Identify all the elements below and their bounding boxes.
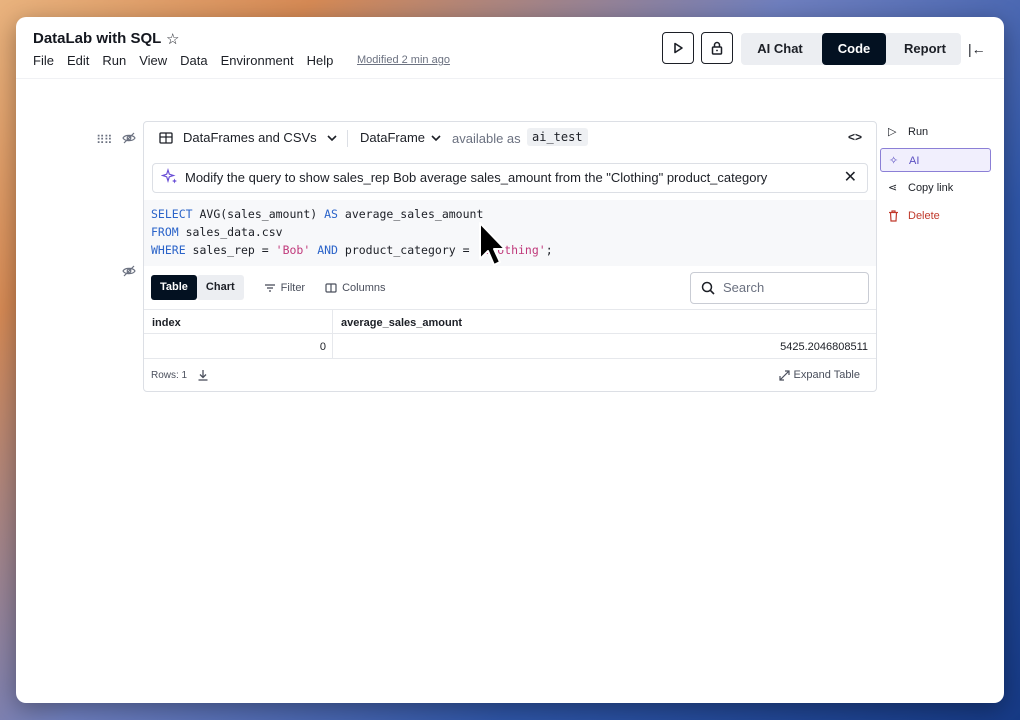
- ai-prompt-bar[interactable]: Modify the query to show sales_rep Bob a…: [152, 163, 868, 193]
- download-icon[interactable]: [197, 369, 209, 381]
- menu-run[interactable]: Run: [102, 53, 126, 68]
- star-icon[interactable]: ☆: [166, 30, 179, 48]
- delete-label: Delete: [908, 210, 940, 222]
- ai-prompt-text: Modify the query to show sales_rep Bob a…: [185, 170, 768, 185]
- chevron-down-icon: [327, 134, 337, 141]
- search-placeholder: Search: [723, 280, 765, 295]
- menu-bar: File Edit Run View Data Environment Help: [33, 53, 346, 68]
- filter-label: Filter: [280, 281, 306, 294]
- mode-switch: AI Chat Code Report: [741, 33, 961, 65]
- menu-file[interactable]: File: [33, 53, 54, 68]
- ai-button[interactable]: ✧ AI: [880, 148, 991, 172]
- copy-link-label: Copy link: [908, 182, 954, 194]
- columns-button[interactable]: Columns: [325, 281, 386, 294]
- trash-icon: [889, 210, 898, 222]
- lock-button[interactable]: [701, 32, 733, 64]
- menu-data[interactable]: Data: [180, 53, 207, 68]
- menu-help[interactable]: Help: [307, 53, 334, 68]
- source-select[interactable]: DataFrames and CSVs: [159, 130, 337, 145]
- source-label: DataFrames and CSVs: [183, 130, 317, 145]
- table-icon: [159, 131, 173, 144]
- drag-handle-icon[interactable]: ⠿⠿: [96, 133, 113, 147]
- workbook-title[interactable]: DataLab with SQL: [33, 30, 161, 47]
- cell-toolbar: DataFrames and CSVs DataFrame available …: [144, 122, 876, 154]
- run-all-button[interactable]: [662, 32, 694, 64]
- columns-icon: [325, 282, 337, 293]
- mode-report[interactable]: Report: [889, 33, 961, 65]
- run-cell-button[interactable]: ▷ Run: [880, 120, 991, 144]
- tab-chart[interactable]: Chart: [196, 275, 244, 300]
- table-row[interactable]: 0 5425.2046808511: [144, 334, 876, 359]
- copy-link-button[interactable]: ⋖ Copy link: [880, 176, 991, 200]
- filter-button[interactable]: Filter: [264, 282, 305, 294]
- rows-count: Rows: 1: [151, 369, 188, 381]
- play-icon: ▷: [888, 126, 897, 138]
- toolbar-divider: [347, 130, 348, 147]
- expand-label: Expand Table: [793, 369, 860, 381]
- variable-name[interactable]: ai_test: [527, 128, 588, 146]
- table-footer: Rows: 1: [151, 369, 209, 381]
- search-input[interactable]: Search: [690, 272, 869, 304]
- cell-average: 5425.2046808511: [780, 341, 868, 353]
- menu-environment[interactable]: Environment: [221, 53, 294, 68]
- sql-cell: DataFrames and CSVs DataFrame available …: [143, 121, 877, 392]
- share-icon: ⋖: [888, 182, 898, 194]
- sparkle-icon: ✧: [889, 155, 899, 167]
- mode-ai-chat[interactable]: AI Chat: [741, 33, 819, 65]
- column-header-average[interactable]: average_sales_amount: [341, 317, 462, 329]
- sparkle-icon: [161, 168, 177, 184]
- cell-action-menu: ▷ Run ✧ AI ⋖ Copy link Delete: [880, 120, 991, 232]
- close-icon[interactable]: ✕: [844, 164, 857, 192]
- available-as-label: available as: [452, 131, 521, 146]
- expand-icon: [778, 369, 790, 381]
- ai-label: AI: [909, 155, 920, 167]
- modified-status[interactable]: Modified 2 min ago: [357, 54, 450, 66]
- mouse-cursor-icon: [479, 222, 506, 266]
- table-header: index average_sales_amount: [144, 309, 876, 359]
- search-icon: [701, 281, 715, 295]
- menu-edit[interactable]: Edit: [67, 53, 89, 68]
- expand-table-button[interactable]: Expand Table: [778, 369, 860, 381]
- sql-editor[interactable]: SELECT AVG(sales_amount) AS average_sale…: [144, 200, 876, 266]
- tab-table[interactable]: Table: [151, 275, 197, 300]
- column-header-index[interactable]: index: [152, 317, 181, 329]
- menu-view[interactable]: View: [139, 53, 167, 68]
- mode-code[interactable]: Code: [822, 33, 886, 65]
- output-type-select[interactable]: DataFrame: [360, 130, 441, 145]
- code-line-2: FROM sales_data.csv: [151, 225, 283, 239]
- run-label: Run: [908, 126, 929, 138]
- output-type-label: DataFrame: [360, 130, 426, 145]
- columns-label: Columns: [342, 281, 386, 294]
- hide-code-icon[interactable]: [122, 131, 136, 145]
- output-tabs: Table Chart Filter Columns: [151, 275, 386, 300]
- code-line-3: WHERE sales_rep = 'Bob' AND product_cate…: [151, 243, 553, 257]
- cell-index: 0: [319, 341, 326, 353]
- collapse-panel-icon[interactable]: |←: [968, 41, 986, 57]
- hide-output-icon[interactable]: [122, 264, 136, 278]
- app-window: DataLab with SQL ☆ File Edit Run View Da…: [16, 17, 1004, 703]
- lock-icon: [711, 41, 723, 55]
- filter-icon: [264, 283, 275, 292]
- header-divider: [16, 78, 1004, 79]
- play-icon: [674, 42, 683, 54]
- code-toggle-icon[interactable]: <>: [848, 130, 862, 144]
- chevron-down-icon: [431, 134, 441, 141]
- delete-button[interactable]: Delete: [880, 204, 991, 228]
- code-line-1: SELECT AVG(sales_amount) AS average_sale…: [151, 207, 484, 221]
